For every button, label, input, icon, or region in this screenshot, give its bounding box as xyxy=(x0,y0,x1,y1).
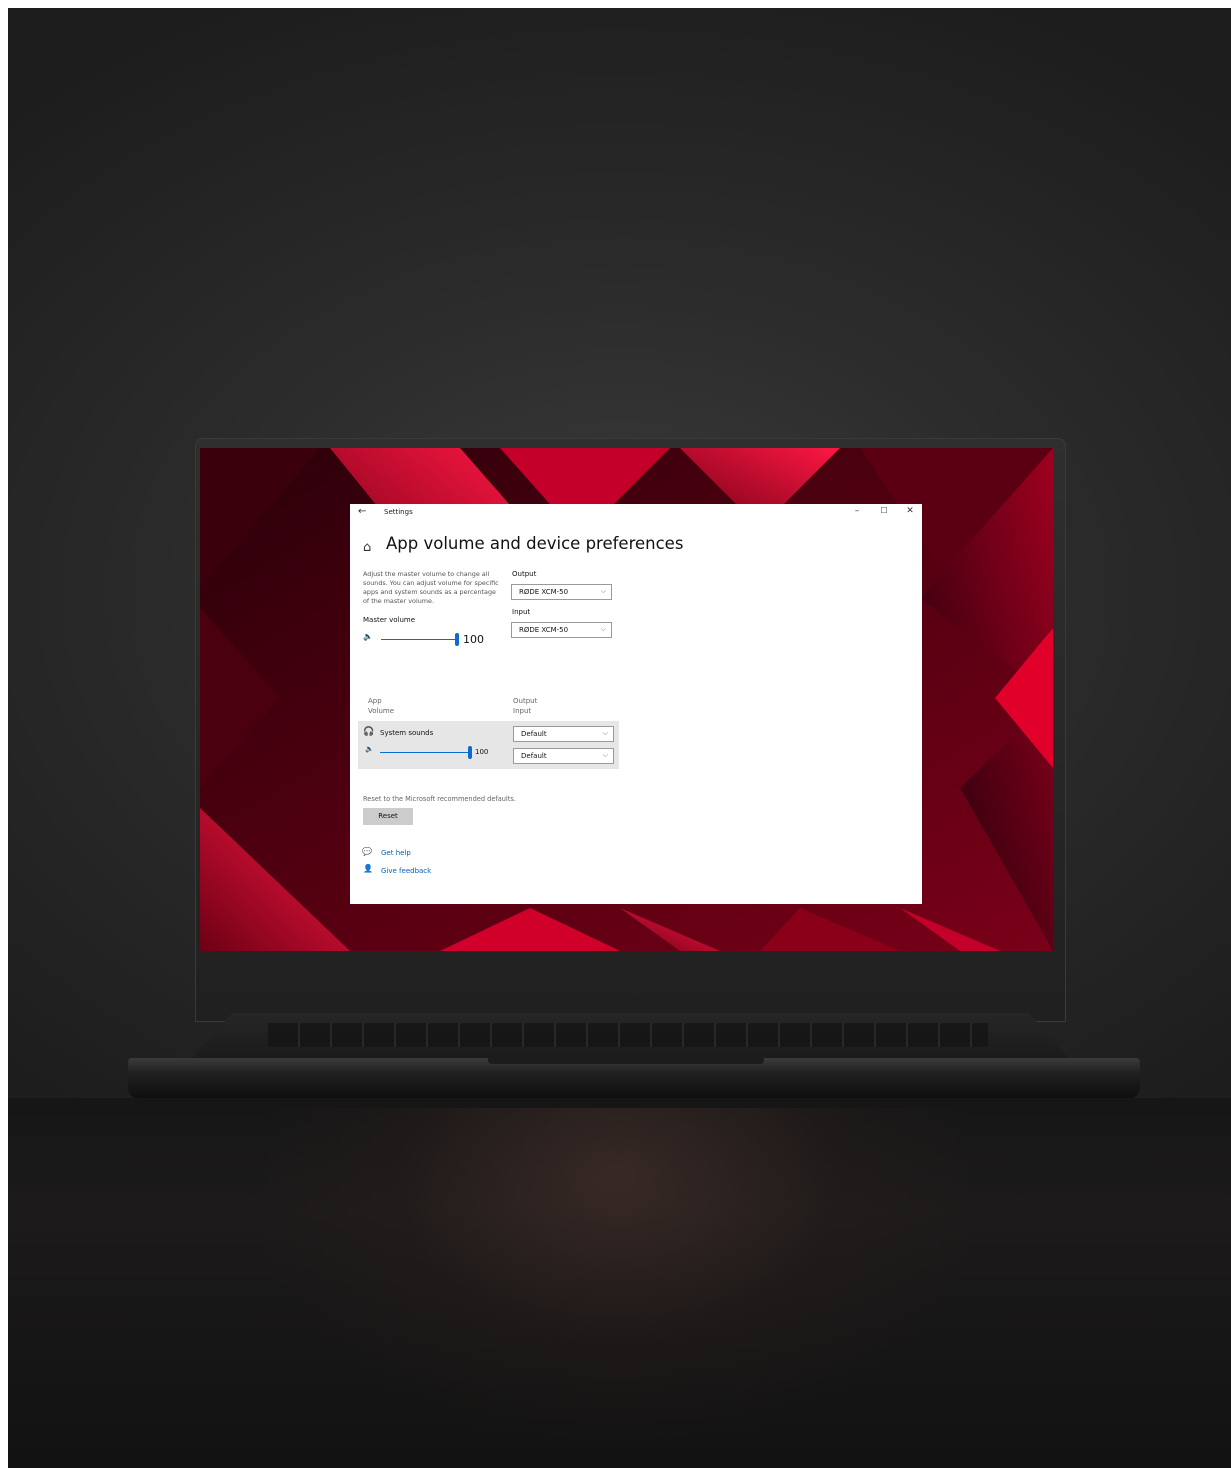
input-device-value: RØDE XCM-50 xyxy=(519,626,569,634)
master-volume-label: Master volume xyxy=(363,616,416,624)
give-feedback-link[interactable]: Give feedback xyxy=(381,867,431,875)
app-input-select[interactable]: Default ⌵ xyxy=(513,748,614,764)
output-device-value: RØDE XCM-50 xyxy=(519,588,569,596)
master-volume-track[interactable] xyxy=(381,639,457,640)
app-output-value: Default xyxy=(521,730,547,738)
laptop-base xyxy=(128,1058,1140,1098)
window-title: Settings xyxy=(384,508,413,516)
app-volume-track[interactable] xyxy=(380,752,470,753)
chevron-down-icon: ⌵ xyxy=(602,751,608,759)
column-header-output: Output xyxy=(513,697,538,705)
column-header-volume: Volume xyxy=(368,707,395,715)
chevron-down-icon: ⌵ xyxy=(600,625,606,633)
speaker-icon[interactable]: 🔈 xyxy=(365,745,374,753)
floor-reflection xyxy=(268,1108,968,1438)
page-title: App volume and device preferences xyxy=(386,534,684,553)
help-icon: 💬 xyxy=(362,847,372,856)
laptop-keys xyxy=(268,1023,988,1047)
column-header-input: Input xyxy=(513,707,532,715)
title-bar: ← Settings – ☐ ✕ xyxy=(350,504,922,522)
back-arrow-icon[interactable]: ← xyxy=(358,506,366,517)
home-icon[interactable]: ⌂ xyxy=(363,540,371,555)
input-label: Input xyxy=(512,608,531,616)
laptop-trackpad xyxy=(488,1054,764,1064)
headphones-icon: 🎧 xyxy=(363,727,375,737)
app-volume-value: 100 xyxy=(475,748,489,756)
column-header-app: App xyxy=(368,697,382,705)
reset-description: Reset to the Microsoft recommended defau… xyxy=(363,795,516,803)
speaker-icon[interactable]: 🔈 xyxy=(363,632,373,641)
output-label: Output xyxy=(512,570,537,578)
maximize-button[interactable]: ☐ xyxy=(877,506,891,515)
app-input-value: Default xyxy=(521,752,547,760)
master-volume-description: Adjust the master volume to change all s… xyxy=(363,570,499,605)
output-device-select[interactable]: RØDE XCM-50 ⌵ xyxy=(511,584,612,600)
minimize-button[interactable]: – xyxy=(850,506,864,516)
close-button[interactable]: ✕ xyxy=(903,506,917,516)
app-name: System sounds xyxy=(380,729,434,737)
app-volume-thumb[interactable] xyxy=(468,746,472,759)
get-help-link[interactable]: Get help xyxy=(381,849,411,857)
chevron-down-icon: ⌵ xyxy=(602,729,608,737)
feedback-icon: 👤 xyxy=(363,864,373,873)
master-volume-value: 100 xyxy=(463,633,484,646)
reset-button[interactable]: Reset xyxy=(363,808,413,825)
app-output-select[interactable]: Default ⌵ xyxy=(513,726,614,742)
settings-window: ← Settings – ☐ ✕ ⌂ App volume and device… xyxy=(350,504,922,904)
chevron-down-icon: ⌵ xyxy=(600,587,606,595)
master-volume-thumb[interactable] xyxy=(455,633,459,646)
input-device-select[interactable]: RØDE XCM-50 ⌵ xyxy=(511,622,612,638)
